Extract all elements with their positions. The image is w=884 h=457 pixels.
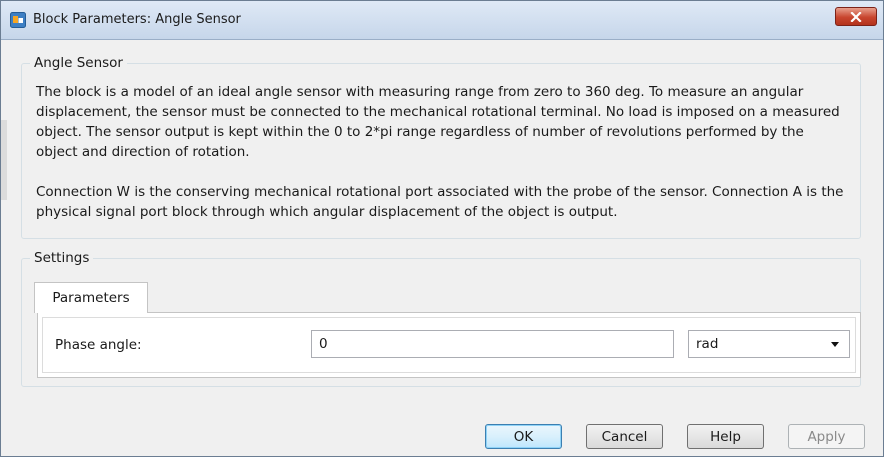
chevron-down-icon bbox=[831, 342, 839, 347]
phase-angle-unit-value: rad bbox=[696, 336, 719, 352]
help-button-label: Help bbox=[710, 428, 741, 445]
phase-angle-input[interactable]: 0 bbox=[311, 330, 674, 358]
description-paragraph: Connection W is the conserving mechanica… bbox=[36, 184, 844, 220]
dialog-window: Block Parameters: Angle Sensor Angle Sen… bbox=[0, 0, 884, 457]
title-bar[interactable]: Block Parameters: Angle Sensor bbox=[1, 1, 883, 40]
phase-angle-unit-select[interactable]: rad bbox=[688, 330, 850, 358]
tab-parameters[interactable]: Parameters bbox=[34, 282, 148, 313]
apply-button-label: Apply bbox=[807, 428, 846, 445]
phase-angle-value: 0 bbox=[319, 336, 328, 352]
window-title: Block Parameters: Angle Sensor bbox=[33, 12, 241, 27]
close-icon bbox=[850, 11, 862, 22]
description-group-legend: Angle Sensor bbox=[30, 55, 127, 71]
description-paragraph: The block is a model of an ideal angle s… bbox=[36, 84, 840, 160]
tab-label: Parameters bbox=[52, 290, 130, 306]
dialog-content: Angle Sensor The block is a model of an … bbox=[1, 40, 883, 456]
simulink-block-icon bbox=[10, 12, 26, 28]
close-button[interactable] bbox=[835, 7, 877, 26]
phase-angle-label: Phase angle: bbox=[55, 337, 142, 353]
left-divider bbox=[1, 120, 7, 200]
parameters-panel-inner: Phase angle: 0 rad bbox=[42, 317, 856, 373]
description-group: Angle Sensor The block is a model of an … bbox=[21, 55, 861, 242]
cancel-button[interactable]: Cancel bbox=[586, 424, 663, 449]
settings-group-legend: Settings bbox=[30, 250, 94, 266]
help-button[interactable]: Help bbox=[687, 424, 764, 449]
block-description: The block is a model of an ideal angle s… bbox=[36, 82, 846, 242]
ok-button[interactable]: OK bbox=[485, 424, 562, 449]
apply-button[interactable]: Apply bbox=[788, 424, 865, 449]
parameters-panel: Phase angle: 0 rad bbox=[37, 312, 861, 378]
ok-button-label: OK bbox=[513, 428, 534, 445]
cancel-button-label: Cancel bbox=[601, 428, 648, 445]
